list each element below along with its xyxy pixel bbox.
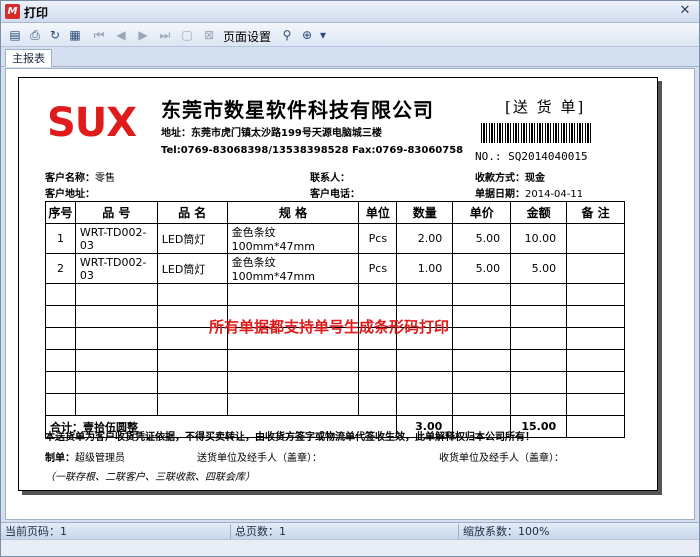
cell-amount: 10.00 <box>510 223 568 254</box>
binoculars-icon[interactable]: ⚲ <box>279 27 295 43</box>
page-icon[interactable]: ▢ <box>179 27 195 43</box>
cell-no: 1 <box>45 223 76 254</box>
zoom-status: 缩放系数：100% <box>463 525 550 538</box>
document-title: [送 货 单] <box>505 98 586 116</box>
cell-qty: 2.00 <box>396 223 454 254</box>
tab-main-report[interactable]: 主报表 <box>5 49 52 67</box>
chevron-down-icon[interactable]: ▾ <box>315 27 331 43</box>
cell-amount: 5.00 <box>510 253 568 284</box>
first-page-icon[interactable]: ⏮ <box>91 27 107 43</box>
cell-price: 5.00 <box>452 223 512 254</box>
current-page-status: 当前页码：1 <box>1 524 231 539</box>
zoom-icon[interactable]: ⊕ <box>299 27 315 43</box>
customer-address-label: 客户地址： <box>45 189 95 200</box>
toolbar: ▤ ⎙ ↻ ▦ ⏮ ◀ ▶ ⏭ ▢ ⊠ 页面设置 ⚲ ⊕ ▾ <box>1 23 699 47</box>
company-name: 东莞市数星软件科技有限公司 <box>161 98 434 122</box>
col-header: 数量 <box>396 201 454 224</box>
cell-note <box>566 253 625 284</box>
print-window: M 打印 ✕ ▤ ⎙ ↻ ▦ ⏮ ◀ ▶ ⏭ ▢ ⊠ 页面设置 ⚲ ⊕ ▾ 主报… <box>0 0 700 557</box>
print-icon[interactable]: ⎙ <box>27 27 43 43</box>
table-row: 2 WRT-TD002-03 LED筒灯 金色条纹100mm*47mm Pcs … <box>45 253 625 284</box>
close-icon[interactable]: ✕ <box>677 3 693 19</box>
customer-name-field: 客户名称：零售 <box>45 173 115 184</box>
table-header-row: 序号 品 号 品 名 规 格 单位 数量 单价 金额 备 注 <box>45 201 625 224</box>
window-title: 打印 <box>24 6 49 20</box>
stop-icon[interactable]: ⊠ <box>201 27 217 43</box>
sender-signature: 送货单位及经手人（盖章）： <box>197 453 322 464</box>
cell-note <box>566 223 625 254</box>
tree-icon[interactable]: ▦ <box>67 27 83 43</box>
cell-spec: 金色条纹100mm*47mm <box>226 223 360 254</box>
tab-bar: 主报表 <box>1 47 699 67</box>
cell-qty: 1.00 <box>396 253 454 284</box>
table-row <box>45 393 625 416</box>
col-header: 单价 <box>452 201 512 224</box>
status-bar: 当前页码：1 总页数：1 缩放系数：100% <box>1 522 699 539</box>
export-icon[interactable]: ▤ <box>7 27 23 43</box>
prev-page-icon[interactable]: ◀ <box>113 27 129 43</box>
col-header: 单位 <box>358 201 398 224</box>
cell-spec: 金色条纹100mm*47mm <box>226 253 360 284</box>
company-tel-fax: Tel:0769-83068398/13538398528 Fax:0769-8… <box>161 145 464 156</box>
company-address: 地址：东莞市虎门镇太沙路199号天源电脑城三楼 <box>161 128 382 139</box>
table-row <box>45 371 625 394</box>
title-bar: M 打印 ✕ <box>1 1 699 23</box>
customer-phone-label: 客户电话： <box>310 189 360 200</box>
cell-name: LED筒灯 <box>156 253 228 284</box>
cell-code: WRT-TD002-03 <box>74 223 158 254</box>
cell-name: LED筒灯 <box>156 223 228 254</box>
cell-price: 5.00 <box>452 253 512 284</box>
cell-unit: Pcs <box>358 253 398 284</box>
col-header: 序号 <box>45 201 76 224</box>
col-header: 备 注 <box>566 201 625 224</box>
terms-text: 本送货单为客户收货凭证依据，不得买卖转让，由收货方签字或物流单代签收生效，此单解… <box>45 432 535 443</box>
page-setup-button[interactable]: 页面设置 <box>223 28 271 45</box>
cell-code: WRT-TD002-03 <box>74 253 158 284</box>
refresh-icon[interactable]: ↻ <box>47 27 63 43</box>
report-page: SUX 东莞市数星软件科技有限公司 地址：东莞市虎门镇太沙路199号天源电脑城三… <box>18 77 658 491</box>
total-pages-status: 总页数：1 <box>231 524 459 539</box>
maker-field: 制单：超级管理员 <box>45 453 125 464</box>
barcode-feature-note: 所有单据都支持单号生成条形码打印 <box>209 318 450 336</box>
cell-unit: Pcs <box>358 223 398 254</box>
table-row <box>45 349 625 372</box>
col-header: 金额 <box>510 201 568 224</box>
app-icon: M <box>5 4 20 19</box>
col-header: 规 格 <box>226 201 360 224</box>
barcode <box>481 123 591 143</box>
payment-field: 收款方式：现金 <box>475 173 545 184</box>
horizontal-scrollbar[interactable] <box>1 539 699 556</box>
preview-canvas[interactable]: SUX 东莞市数星软件科技有限公司 地址：东莞市虎门镇太沙路199号天源电脑城三… <box>5 68 695 520</box>
table-row: 1 WRT-TD002-03 LED筒灯 金色条纹100mm*47mm Pcs … <box>45 223 625 254</box>
copies-note: （一联存根、二联客户、三联收款、四联会库） <box>45 472 255 483</box>
col-header: 品 名 <box>156 201 228 224</box>
cell-no: 2 <box>45 253 76 284</box>
document-number: NO.: SQ2014040015 <box>475 150 588 163</box>
receiver-signature: 收货单位及经手人（盖章）： <box>439 453 564 464</box>
col-header: 品 号 <box>74 201 158 224</box>
company-logo: SUX <box>47 100 137 146</box>
date-field: 单据日期：2014-04-11 <box>475 189 584 200</box>
table-row <box>45 283 625 306</box>
contact-label: 联系人： <box>310 173 350 184</box>
last-page-icon[interactable]: ⏭ <box>157 27 173 43</box>
next-page-icon[interactable]: ▶ <box>135 27 151 43</box>
